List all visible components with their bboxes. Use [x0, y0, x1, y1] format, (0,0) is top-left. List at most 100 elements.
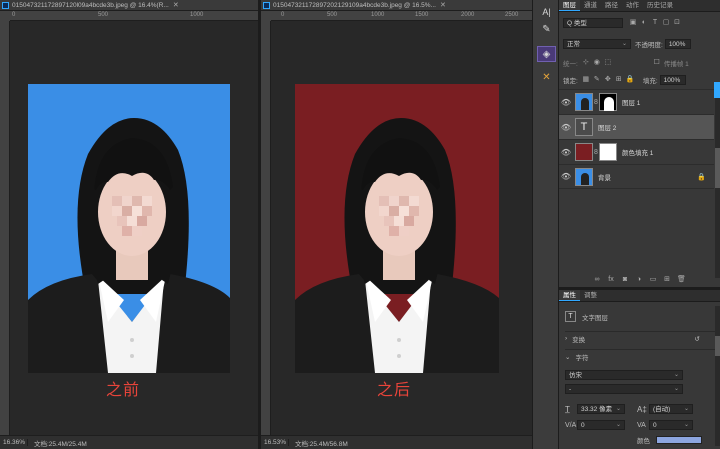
lock-label: 锁定:: [563, 78, 578, 85]
folder-icon[interactable]: ▭: [649, 276, 657, 284]
scroll-thumb[interactable]: [715, 336, 720, 356]
leading-value: (自动): [653, 406, 671, 413]
layer-name[interactable]: 图层 2: [598, 122, 616, 132]
text-filter-icon[interactable]: T: [651, 19, 659, 27]
layer-mask-thumbnail[interactable]: [599, 93, 617, 111]
font-family-row: 仿宋 ⌄: [565, 370, 720, 380]
vertical-ruler[interactable]: [0, 21, 10, 435]
character-section[interactable]: ⌄ 字符: [565, 349, 720, 363]
eye-icon[interactable]: 👁: [559, 148, 573, 157]
layers-panel: 图层 通道 路径 动作 历史记录 Q 类型 ▣ ◐ T ▢ ⊡ 正常 ⌄ 不透明度…: [559, 0, 720, 287]
cube-tool-icon[interactable]: ◈: [537, 46, 556, 62]
shape-filter-icon[interactable]: ▢: [662, 19, 670, 27]
lock-all-icon[interactable]: 🔒: [626, 76, 635, 84]
before-caption: 之前: [106, 380, 141, 399]
layer-row[interactable]: 👁 8 图层 1: [559, 89, 714, 114]
close-icon[interactable]: ✕: [440, 1, 446, 9]
layer-name[interactable]: 颜色填充 1: [622, 147, 653, 157]
tab-adjustments[interactable]: 调整: [580, 290, 601, 301]
font-size-field[interactable]: 33.32 像素 ⌄: [577, 404, 625, 414]
font-style-select[interactable]: - ⌄: [565, 384, 683, 394]
status-bar: 16.36% 文档:25.4M/25.4M: [0, 435, 258, 449]
leading-field[interactable]: (自动) ⌄: [649, 404, 693, 414]
tab-history[interactable]: 历史记录: [643, 0, 677, 11]
lock-artboard-icon[interactable]: ⊞: [615, 76, 623, 84]
ruler-tick: 1000: [371, 12, 385, 18]
lock-row: 锁定: ▦ ✎ ✥ ⊞ 🔒 填充: 100%: [563, 75, 720, 85]
reset-icon[interactable]: ↺: [695, 335, 700, 343]
properties-panel-tabs: 属性 调整: [559, 290, 720, 302]
font-style-value: -: [569, 386, 572, 393]
layer-row-selected[interactable]: 👁 T 图层 2: [559, 114, 714, 139]
horizontal-ruler[interactable]: 0 500 1000: [10, 11, 258, 21]
mask-icon[interactable]: ◙: [621, 276, 629, 284]
transform-section[interactable]: › 变换 ↺: [565, 331, 720, 345]
brush-tool-icon[interactable]: ✎: [537, 22, 556, 38]
character-label: 字符: [575, 354, 589, 362]
lock-paint-icon[interactable]: ✎: [593, 76, 601, 84]
link-icon[interactable]: ∞: [593, 276, 601, 284]
text-tool-icon[interactable]: A|: [537, 4, 556, 20]
lock-move-icon[interactable]: ✥: [604, 76, 612, 84]
unify-position-icon[interactable]: ⊹: [582, 59, 590, 67]
ruler-tick: 2500: [505, 12, 519, 18]
lock-pixels-icon[interactable]: ▦: [582, 76, 590, 84]
crossed-tool-icon[interactable]: ✕: [537, 70, 556, 86]
eye-icon[interactable]: 👁: [559, 172, 573, 181]
horizontal-ruler[interactable]: 0 500 1000 1500 2000 2500: [271, 11, 532, 21]
layer-mask-thumbnail[interactable]: [599, 143, 617, 161]
blend-mode-select[interactable]: 正常 ⌄: [563, 39, 631, 49]
checkbox-icon[interactable]: ☐: [653, 59, 661, 67]
blend-mode-value: 正常: [567, 41, 580, 48]
tracking-field[interactable]: 0 ⌄: [649, 420, 693, 430]
layer-name[interactable]: 图层 1: [622, 97, 640, 107]
canvas[interactable]: 之后: [271, 21, 532, 435]
eye-icon[interactable]: 👁: [559, 98, 573, 107]
layers-scrollbar[interactable]: [715, 88, 720, 278]
tab-paths[interactable]: 路径: [601, 0, 622, 11]
opacity-field[interactable]: 100%: [664, 39, 691, 49]
tracking-icon: VA: [637, 421, 646, 429]
tab-channels[interactable]: 通道: [580, 0, 601, 11]
ps-file-icon: [2, 1, 9, 9]
layer-row[interactable]: 👁 8 颜色填充 1: [559, 139, 714, 164]
fx-icon[interactable]: fx: [607, 276, 615, 284]
eye-icon[interactable]: 👁: [559, 123, 573, 132]
kerning-field[interactable]: 0 ⌄: [577, 420, 625, 430]
scroll-thumb[interactable]: [715, 148, 720, 188]
properties-scrollbar[interactable]: [715, 306, 720, 446]
lock-icon: 🔒: [697, 173, 706, 181]
tab-properties[interactable]: 属性: [559, 290, 580, 301]
canvas[interactable]: 之前: [10, 21, 258, 435]
new-layer-icon[interactable]: ⊞: [663, 276, 671, 284]
layer-filter-select[interactable]: Q 类型: [563, 18, 623, 28]
smart-filter-icon[interactable]: ⊡: [673, 19, 681, 27]
chevron-down-icon: ⌄: [673, 372, 679, 378]
tab-layers[interactable]: 图层: [559, 0, 580, 11]
doc-tab-left[interactable]: 015047321172897120l09a4bcde3b.jpeg @ 16.…: [0, 0, 258, 11]
adjustment-icon[interactable]: ◑: [635, 276, 643, 284]
close-icon[interactable]: ✕: [173, 1, 179, 9]
image-filter-icon[interactable]: ▣: [629, 19, 637, 27]
right-document: 015047321172897202129109a4bcde3b.jpeg @ …: [261, 0, 532, 449]
tab-actions[interactable]: 动作: [622, 0, 643, 11]
font-family-select[interactable]: 仿宋 ⌄: [565, 370, 683, 380]
layer-row[interactable]: 👁 背景 🔒: [559, 164, 714, 189]
unify-style-icon[interactable]: ⬚: [604, 59, 612, 67]
ruler-tick: 1500: [415, 12, 429, 18]
doc-tab-right[interactable]: 015047321172897202129109a4bcde3b.jpeg @ …: [261, 0, 532, 11]
unify-row: 统一: ⊹ ◉ ⬚ ☐ 传播帧 1: [563, 58, 720, 68]
trash-icon[interactable]: 🗑: [677, 276, 686, 284]
layer-kind-label: 文字图层: [582, 314, 608, 322]
font-style-row: - ⌄: [565, 384, 720, 394]
panel-collapse-tab[interactable]: [714, 82, 720, 98]
zoom-level[interactable]: 16.53%: [261, 439, 289, 446]
unify-visibility-icon[interactable]: ◉: [593, 59, 601, 67]
adjust-filter-icon[interactable]: ◐: [640, 19, 648, 27]
fill-field[interactable]: 100%: [659, 75, 686, 85]
vertical-ruler[interactable]: [261, 21, 271, 435]
text-color-swatch[interactable]: [656, 436, 702, 444]
zoom-level[interactable]: 16.36%: [0, 439, 28, 446]
ruler-tick: 0: [281, 12, 285, 18]
layer-name[interactable]: 背景: [598, 172, 611, 182]
